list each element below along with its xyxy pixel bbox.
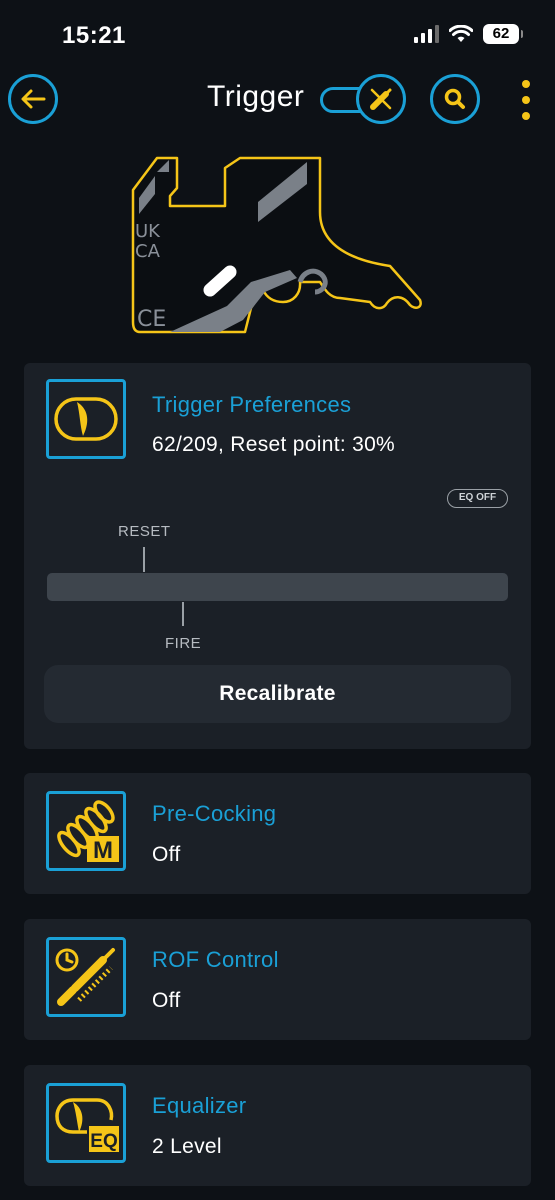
fire-label: FIRE	[165, 635, 202, 652]
equalizer-icon: EQ	[55, 1098, 119, 1152]
back-button[interactable]	[8, 74, 58, 124]
pre-cocking-value: Off	[152, 843, 181, 866]
search-icon	[444, 88, 465, 109]
page-title: Trigger	[207, 80, 305, 113]
pre-cocking-icon-box: M	[46, 791, 126, 871]
equalizer-title: Equalizer	[152, 1093, 247, 1118]
svg-text:CA: CA	[135, 241, 161, 262]
svg-text:UK: UK	[135, 221, 161, 242]
tool-crossed-icon	[370, 88, 392, 110]
rate-of-fire-icon	[55, 948, 115, 1006]
cellular-signal-icon	[414, 25, 439, 43]
trigger-pull-icon	[54, 397, 118, 441]
search-button[interactable]	[430, 74, 480, 124]
mode-toggle[interactable]	[320, 74, 406, 124]
reset-point-marker	[143, 547, 145, 572]
rof-control-value: Off	[152, 989, 181, 1012]
trigger-travel-slider[interactable]	[47, 573, 508, 601]
more-dot	[522, 96, 530, 104]
svg-text:CE: CE	[137, 307, 166, 332]
trigger-preferences-title: Trigger Preferences	[152, 392, 352, 417]
pre-cocking-card[interactable]: M Pre-Cocking Off	[24, 773, 531, 894]
reset-label: RESET	[118, 523, 171, 540]
more-options-button[interactable]	[514, 80, 538, 120]
more-dot	[522, 80, 530, 88]
svg-text:M: M	[93, 837, 113, 864]
rof-control-title: ROF Control	[152, 947, 279, 972]
equalizer-card[interactable]: EQ Equalizer 2 Level	[24, 1065, 531, 1186]
equalizer-icon-box: EQ	[46, 1083, 126, 1163]
spring-icon: M	[57, 800, 119, 864]
equalizer-value: 2 Level	[152, 1135, 222, 1158]
fire-point-marker	[182, 602, 184, 626]
trigger-preferences-icon-box	[46, 379, 126, 459]
toggle-knob	[356, 74, 406, 124]
trigger-preferences-value: 62/209, Reset point: 30%	[152, 433, 396, 456]
trigger-outline-icon: UK CA CE	[131, 156, 422, 334]
recalibrate-button[interactable]: Recalibrate	[44, 665, 511, 723]
arrow-left-icon	[21, 89, 46, 109]
app-header: Trigger	[0, 70, 555, 126]
rof-control-card[interactable]: ROF Control Off	[24, 919, 531, 1040]
more-dot	[522, 112, 530, 120]
battery-icon: 62	[483, 24, 523, 44]
status-bar: 15:21 62	[0, 0, 555, 70]
rof-control-icon-box	[46, 937, 126, 1017]
wifi-icon	[449, 25, 473, 42]
status-time: 15:21	[62, 22, 126, 49]
trigger-illustration: UK CA CE	[125, 150, 430, 345]
svg-text:EQ: EQ	[90, 1131, 117, 1152]
trigger-preferences-card[interactable]: Trigger Preferences 62/209, Reset point:…	[24, 363, 531, 749]
eq-status-badge: EQ OFF	[447, 489, 508, 508]
status-icons: 62	[414, 24, 523, 44]
pre-cocking-title: Pre-Cocking	[152, 801, 277, 826]
